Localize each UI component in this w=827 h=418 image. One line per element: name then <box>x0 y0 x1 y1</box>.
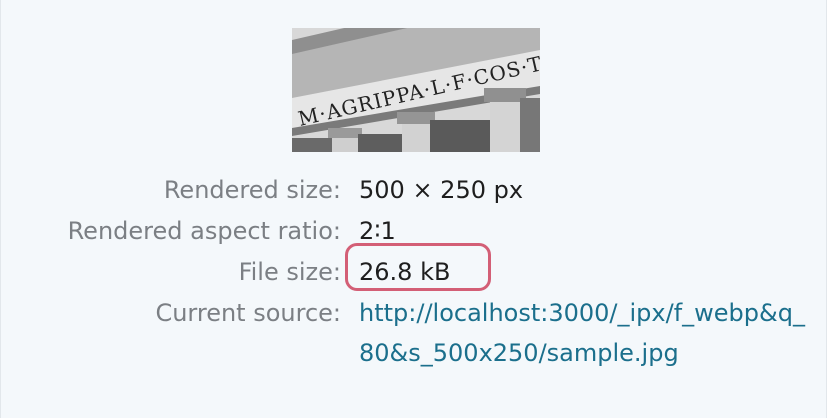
current-source-label: Current source: <box>155 299 341 327</box>
rendered-size-row: Rendered size: 500 × 250 px <box>1 170 827 210</box>
rendered-size-value: 500 × 250 px <box>359 176 524 204</box>
file-size-value: 26.8 kB <box>359 258 451 286</box>
rendered-size-label: Rendered size: <box>163 176 341 204</box>
aspect-ratio-label: Rendered aspect ratio: <box>67 217 341 245</box>
pantheon-photo-icon: M·AGRIPPA·L·F·COS·TERT <box>292 28 540 152</box>
image-details-panel: M·AGRIPPA·L·F·COS·TERT Rendered size: 50… <box>0 0 827 418</box>
image-preview: M·AGRIPPA·L·F·COS·TERT <box>292 28 540 152</box>
file-size-label: File size: <box>238 258 341 286</box>
file-size-row: File size: 26.8 kB <box>1 252 827 292</box>
current-source-link[interactable]: http://localhost:3000/_ipx/f_webp&q_80&s… <box>359 293 809 373</box>
